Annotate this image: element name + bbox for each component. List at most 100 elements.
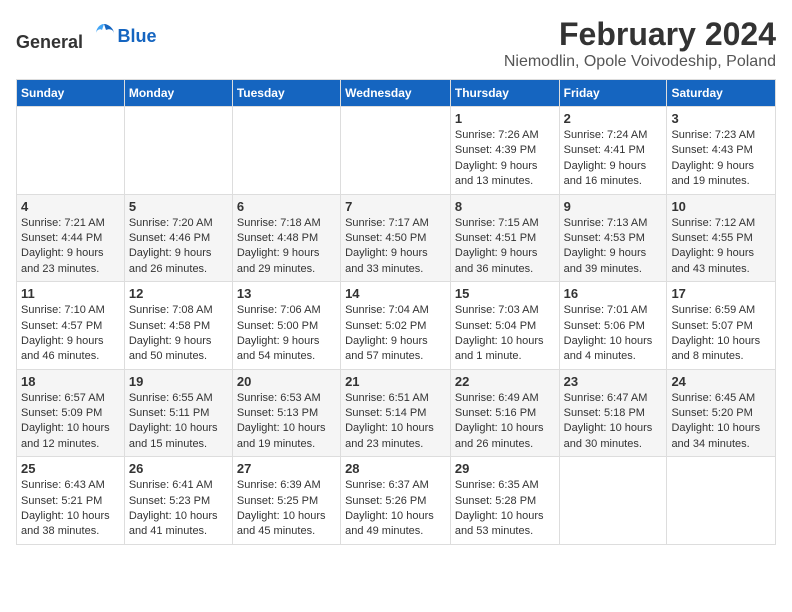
calendar-cell: 26Sunrise: 6:41 AM Sunset: 5:23 PM Dayli… bbox=[124, 457, 232, 545]
calendar-cell: 13Sunrise: 7:06 AM Sunset: 5:00 PM Dayli… bbox=[232, 282, 340, 370]
day-number: 11 bbox=[21, 286, 120, 301]
day-number: 23 bbox=[564, 374, 663, 389]
day-number: 20 bbox=[237, 374, 336, 389]
day-number: 21 bbox=[345, 374, 446, 389]
logo: General Blue bbox=[16, 20, 157, 53]
day-info: Sunrise: 7:20 AM Sunset: 4:46 PM Dayligh… bbox=[129, 216, 228, 278]
weekday-header-row: SundayMondayTuesdayWednesdayThursdayFrid… bbox=[17, 80, 776, 107]
day-number: 3 bbox=[671, 111, 771, 126]
day-info: Sunrise: 7:18 AM Sunset: 4:48 PM Dayligh… bbox=[237, 216, 336, 278]
day-number: 27 bbox=[237, 461, 336, 476]
weekday-header-monday: Monday bbox=[124, 80, 232, 107]
day-number: 5 bbox=[129, 199, 228, 214]
calendar-cell: 7 Sunrise: 7:17 AM Sunset: 4:50 PM Daylig… bbox=[341, 194, 451, 282]
month-title: February 2024 bbox=[504, 16, 776, 53]
week-row-3: 11 Sunrise: 7:10 AM Sunset: 4:57 PM Dayli… bbox=[17, 282, 776, 370]
day-number: 14 bbox=[345, 286, 446, 301]
calendar-table: SundayMondayTuesdayWednesdayThursdayFrid… bbox=[16, 79, 776, 545]
logo-bird-icon bbox=[90, 20, 118, 48]
day-info: Sunrise: 7:23 AM Sunset: 4:43 PM Dayligh… bbox=[671, 128, 771, 190]
calendar-body: 1 Sunrise: 7:26 AM Sunset: 4:39 PM Daylig… bbox=[17, 107, 776, 545]
calendar-cell bbox=[667, 457, 776, 545]
weekday-header-thursday: Thursday bbox=[450, 80, 559, 107]
calendar-cell: 28 Sunrise: 6:37 AM Sunset: 5:26 PM Dayli… bbox=[341, 457, 451, 545]
day-info: Sunrise: 7:21 AM Sunset: 4:44 PM Dayligh… bbox=[21, 216, 120, 278]
day-number: 2 bbox=[564, 111, 663, 126]
calendar-cell: 12 Sunrise: 7:08 AM Sunset: 4:58 PM Dayli… bbox=[124, 282, 232, 370]
day-info: Sunrise: 6:51 AM Sunset: 5:14 PM Dayligh… bbox=[345, 391, 446, 453]
day-info: Sunrise: 7:08 AM Sunset: 4:58 PM Dayligh… bbox=[129, 303, 228, 365]
day-info: Sunrise: 7:13 AM Sunset: 4:53 PM Dayligh… bbox=[564, 216, 663, 278]
calendar-cell: 2Sunrise: 7:24 AM Sunset: 4:41 PM Daylig… bbox=[559, 107, 667, 195]
calendar-cell: 9 Sunrise: 7:13 AM Sunset: 4:53 PM Daylig… bbox=[559, 194, 667, 282]
day-info: Sunrise: 6:39 AM Sunset: 5:25 PM Dayligh… bbox=[237, 478, 336, 540]
day-number: 12 bbox=[129, 286, 228, 301]
calendar-cell: 14 Sunrise: 7:04 AM Sunset: 5:02 PM Dayli… bbox=[341, 282, 451, 370]
calendar-cell: 6 Sunrise: 7:18 AM Sunset: 4:48 PM Daylig… bbox=[232, 194, 340, 282]
calendar-cell: 15 Sunrise: 7:03 AM Sunset: 5:04 PM Dayli… bbox=[450, 282, 559, 370]
day-number: 6 bbox=[237, 199, 336, 214]
calendar-cell: 21 Sunrise: 6:51 AM Sunset: 5:14 PM Dayli… bbox=[341, 369, 451, 457]
calendar-cell bbox=[232, 107, 340, 195]
calendar-cell: 10 Sunrise: 7:12 AM Sunset: 4:55 PM Dayli… bbox=[667, 194, 776, 282]
day-number: 4 bbox=[21, 199, 120, 214]
day-number: 17 bbox=[671, 286, 771, 301]
day-number: 1 bbox=[455, 111, 555, 126]
day-number: 7 bbox=[345, 199, 446, 214]
title-area: February 2024 Niemodlin, Opole Voivodesh… bbox=[504, 16, 776, 71]
header: General Blue February 2024 Niemodlin, Op… bbox=[16, 16, 776, 71]
week-row-1: 1 Sunrise: 7:26 AM Sunset: 4:39 PM Daylig… bbox=[17, 107, 776, 195]
day-info: Sunrise: 7:17 AM Sunset: 4:50 PM Dayligh… bbox=[345, 216, 446, 278]
logo-text-general: General bbox=[16, 32, 83, 52]
day-info: Sunrise: 7:10 AM Sunset: 4:57 PM Dayligh… bbox=[21, 303, 120, 365]
calendar-cell: 23 Sunrise: 6:47 AM Sunset: 5:18 PM Dayli… bbox=[559, 369, 667, 457]
weekday-header-sunday: Sunday bbox=[17, 80, 125, 107]
day-info: Sunrise: 6:49 AM Sunset: 5:16 PM Dayligh… bbox=[455, 391, 555, 453]
weekday-header-tuesday: Tuesday bbox=[232, 80, 340, 107]
day-info: Sunrise: 7:03 AM Sunset: 5:04 PM Dayligh… bbox=[455, 303, 555, 365]
week-row-4: 18Sunrise: 6:57 AM Sunset: 5:09 PM Dayli… bbox=[17, 369, 776, 457]
calendar-cell: 24Sunrise: 6:45 AM Sunset: 5:20 PM Dayli… bbox=[667, 369, 776, 457]
day-info: Sunrise: 7:12 AM Sunset: 4:55 PM Dayligh… bbox=[671, 216, 771, 278]
day-info: Sunrise: 6:41 AM Sunset: 5:23 PM Dayligh… bbox=[129, 478, 228, 540]
day-info: Sunrise: 6:55 AM Sunset: 5:11 PM Dayligh… bbox=[129, 391, 228, 453]
day-info: Sunrise: 6:43 AM Sunset: 5:21 PM Dayligh… bbox=[21, 478, 120, 540]
day-info: Sunrise: 7:15 AM Sunset: 4:51 PM Dayligh… bbox=[455, 216, 555, 278]
day-number: 10 bbox=[671, 199, 771, 214]
weekday-header-saturday: Saturday bbox=[667, 80, 776, 107]
day-number: 9 bbox=[564, 199, 663, 214]
day-info: Sunrise: 7:26 AM Sunset: 4:39 PM Dayligh… bbox=[455, 128, 555, 190]
day-info: Sunrise: 6:53 AM Sunset: 5:13 PM Dayligh… bbox=[237, 391, 336, 453]
week-row-2: 4 Sunrise: 7:21 AM Sunset: 4:44 PM Daylig… bbox=[17, 194, 776, 282]
calendar-cell: 8Sunrise: 7:15 AM Sunset: 4:51 PM Daylig… bbox=[450, 194, 559, 282]
day-number: 28 bbox=[345, 461, 446, 476]
calendar-cell bbox=[124, 107, 232, 195]
calendar-cell: 20 Sunrise: 6:53 AM Sunset: 5:13 PM Dayli… bbox=[232, 369, 340, 457]
calendar-cell: 17Sunrise: 6:59 AM Sunset: 5:07 PM Dayli… bbox=[667, 282, 776, 370]
calendar-cell: 11 Sunrise: 7:10 AM Sunset: 4:57 PM Dayli… bbox=[17, 282, 125, 370]
calendar-cell: 3 Sunrise: 7:23 AM Sunset: 4:43 PM Daylig… bbox=[667, 107, 776, 195]
day-number: 22 bbox=[455, 374, 555, 389]
calendar-cell: 27 Sunrise: 6:39 AM Sunset: 5:25 PM Dayli… bbox=[232, 457, 340, 545]
calendar-cell: 16Sunrise: 7:01 AM Sunset: 5:06 PM Dayli… bbox=[559, 282, 667, 370]
calendar-cell: 4 Sunrise: 7:21 AM Sunset: 4:44 PM Daylig… bbox=[17, 194, 125, 282]
day-number: 16 bbox=[564, 286, 663, 301]
day-number: 25 bbox=[21, 461, 120, 476]
calendar-cell: 29Sunrise: 6:35 AM Sunset: 5:28 PM Dayli… bbox=[450, 457, 559, 545]
calendar-cell bbox=[559, 457, 667, 545]
location-title: Niemodlin, Opole Voivodeship, Poland bbox=[504, 53, 776, 71]
calendar-cell: 5 Sunrise: 7:20 AM Sunset: 4:46 PM Daylig… bbox=[124, 194, 232, 282]
calendar-cell: 25 Sunrise: 6:43 AM Sunset: 5:21 PM Dayli… bbox=[17, 457, 125, 545]
calendar-cell: 1 Sunrise: 7:26 AM Sunset: 4:39 PM Daylig… bbox=[450, 107, 559, 195]
logo-text-blue: Blue bbox=[118, 26, 157, 46]
calendar-cell: 19Sunrise: 6:55 AM Sunset: 5:11 PM Dayli… bbox=[124, 369, 232, 457]
weekday-header-friday: Friday bbox=[559, 80, 667, 107]
calendar-cell: 18Sunrise: 6:57 AM Sunset: 5:09 PM Dayli… bbox=[17, 369, 125, 457]
week-row-5: 25 Sunrise: 6:43 AM Sunset: 5:21 PM Dayli… bbox=[17, 457, 776, 545]
day-info: Sunrise: 6:37 AM Sunset: 5:26 PM Dayligh… bbox=[345, 478, 446, 540]
day-number: 29 bbox=[455, 461, 555, 476]
day-number: 15 bbox=[455, 286, 555, 301]
day-info: Sunrise: 6:47 AM Sunset: 5:18 PM Dayligh… bbox=[564, 391, 663, 453]
calendar-cell: 22 Sunrise: 6:49 AM Sunset: 5:16 PM Dayli… bbox=[450, 369, 559, 457]
day-info: Sunrise: 7:04 AM Sunset: 5:02 PM Dayligh… bbox=[345, 303, 446, 365]
